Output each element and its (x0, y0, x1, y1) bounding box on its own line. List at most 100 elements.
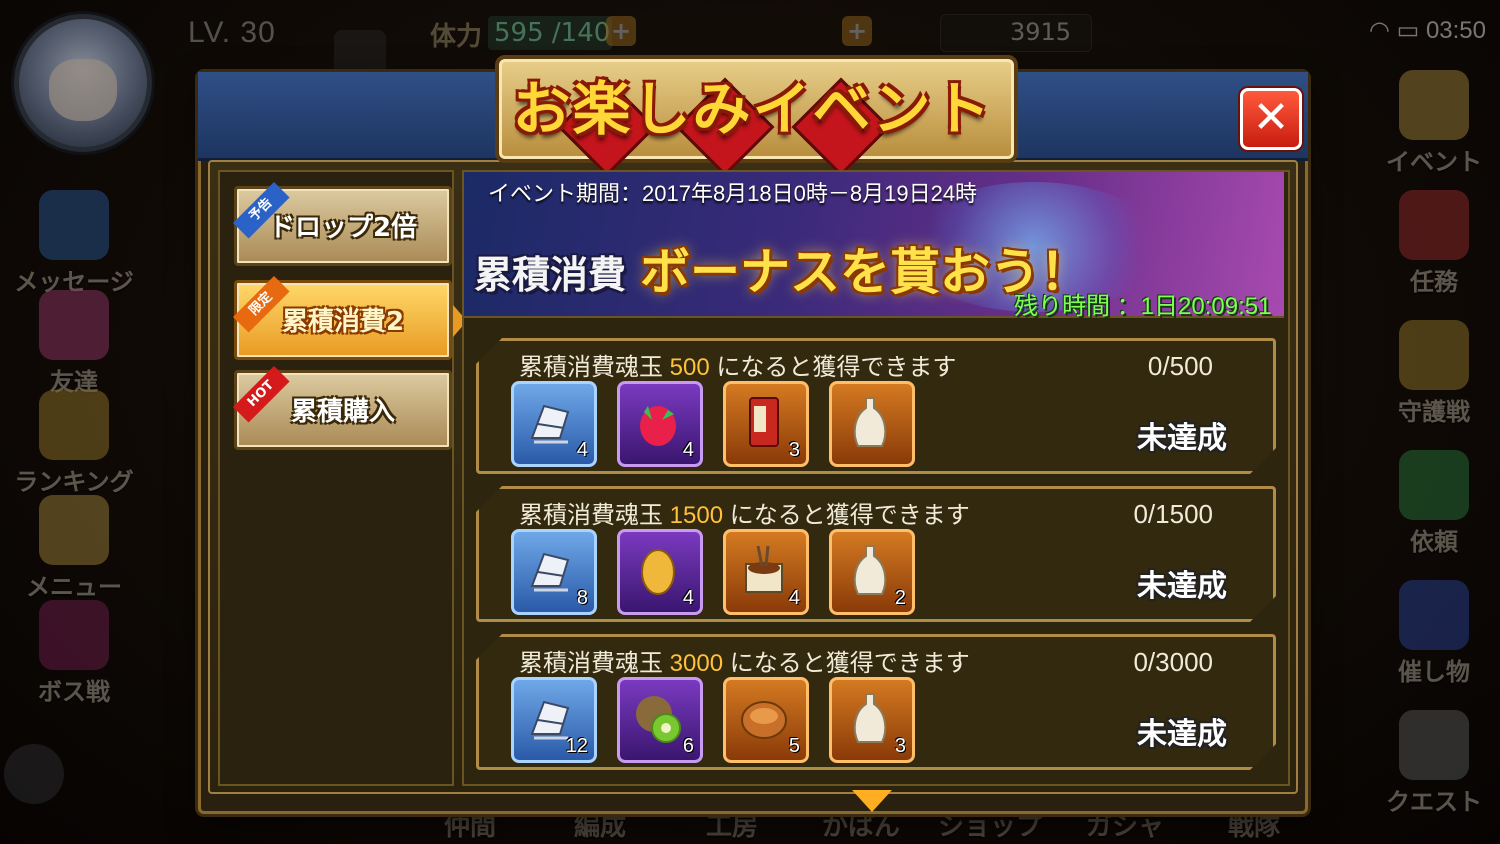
event-period: イベント期間：2017年8月18日0時－8月19日24時 (488, 181, 978, 206)
battery-icon: ▭ (1396, 17, 1420, 44)
item-count: 6 (682, 735, 694, 757)
reward-item[interactable]: 3 (829, 677, 915, 763)
reward-tier: 累積消費魂玉 500 になると獲得できます 0/500 未達成 4 4 3 (476, 338, 1276, 474)
nav-envelope[interactable]: メッセージ (14, 190, 134, 297)
banner-tag: 累積消費 (474, 253, 627, 297)
player-level: LV. 30 (188, 16, 276, 49)
reward-item[interactable]: 4 (617, 381, 703, 467)
status-badge: 未達成 (1137, 421, 1227, 456)
vinegar-kelp-icon (736, 394, 792, 450)
reward-tier: 累積消費魂玉 3000 になると獲得できます 0/3000 未達成 12 6 5 3 (476, 634, 1276, 770)
envelope-icon (39, 190, 109, 260)
condition-amount: 3000 (669, 650, 724, 677)
kiwi-icon (630, 690, 686, 746)
wifi-icon: ◠ (1368, 17, 1390, 44)
add-stamina-button[interactable]: + (606, 16, 636, 46)
book-icon (1399, 580, 1469, 650)
add-currency-button[interactable]: + (842, 16, 872, 46)
trophy-icon (39, 390, 109, 460)
nav-scooter[interactable]: クエスト (1374, 710, 1494, 817)
crane-icon (39, 290, 109, 360)
scroll-down-icon[interactable] (852, 790, 892, 812)
nav-menu-face[interactable]: メニュー (14, 495, 134, 602)
reward-item[interactable]: 4 (723, 529, 809, 615)
nav-label: ボス戦 (38, 678, 110, 706)
lounge-chair-icon (524, 394, 580, 450)
lounge-chair-icon (524, 542, 580, 598)
dragon-fruit-icon (630, 394, 686, 450)
item-count: 3 (788, 439, 800, 461)
condition-suffix: になると獲得できます (723, 650, 970, 677)
item-count: 3 (894, 735, 906, 757)
nav-label: イベント (1386, 148, 1482, 176)
condition-prefix: 累積消費魂玉 (519, 650, 670, 677)
event-tab[interactable]: 累積購入 HOT (233, 365, 452, 450)
player-avatar[interactable] (14, 14, 152, 152)
reward-item[interactable]: 2 (829, 529, 915, 615)
anpan-icon (736, 690, 792, 746)
nav-label: クエスト (1386, 788, 1482, 816)
stamina-label: 体力 (430, 22, 483, 52)
close-button[interactable]: ✕ (1240, 88, 1302, 150)
nav-label: 守護戦 (1398, 398, 1470, 426)
status-badge: 未達成 (1137, 717, 1227, 752)
reward-condition: 累積消費魂玉 3000 になると獲得できます (519, 643, 970, 678)
nav-label: 依頼 (1410, 528, 1458, 556)
camera-icon[interactable] (334, 30, 386, 74)
currency-value: 3915 (1010, 18, 1072, 46)
progress-counter: 0/1500 (1133, 499, 1213, 529)
item-count: 8 (576, 587, 588, 609)
item-count: 4 (682, 439, 694, 461)
reward-item[interactable]: 12 (511, 677, 597, 763)
condition-amount: 1500 (669, 502, 724, 529)
natto-icon (736, 542, 792, 598)
event-tab[interactable]: 累積消費2 限定 (233, 275, 467, 360)
remaining-time: 残り時間 ：1日20:09:51 (1014, 293, 1272, 320)
nav-label: 催し物 (1398, 658, 1470, 686)
item-count: 12 (565, 735, 588, 757)
progress-counter: 0/3000 (1133, 647, 1213, 677)
clock: 03:50 (1425, 17, 1486, 44)
sake-bottle-icon (842, 542, 898, 598)
chat-bubble-icon[interactable] (4, 744, 64, 804)
stamina-value: 595 /140 (494, 18, 611, 48)
reward-item[interactable]: 4 (511, 381, 597, 467)
reward-item[interactable]: 4 (617, 529, 703, 615)
condition-suffix: になると獲得できます (709, 354, 957, 381)
menu-face-icon (39, 495, 109, 565)
scroll-icon (1399, 450, 1469, 520)
nav-boss[interactable]: ボス戦 (14, 600, 134, 707)
modal-title: お楽しみイベント (512, 75, 993, 143)
nav-trophy[interactable]: ランキング (14, 390, 134, 497)
nav-charm[interactable]: 守護戦 (1374, 320, 1494, 427)
reward-item[interactable]: 8 (511, 529, 597, 615)
status-bar: ◠ ▭ 03:50 (1369, 16, 1486, 45)
nav-lucky-cat[interactable]: イベント (1374, 70, 1494, 177)
lucky-cat-icon (1399, 70, 1469, 140)
nav-book[interactable]: 催し物 (1374, 580, 1494, 687)
reward-item[interactable]: 3 (723, 381, 809, 467)
progress-counter: 0/500 (1147, 351, 1213, 381)
reward-item[interactable] (829, 381, 915, 467)
nav-label: 任務 (1410, 268, 1458, 296)
nav-crane[interactable]: 友達 (14, 290, 134, 397)
nav-mission[interactable]: 任務 (1374, 190, 1494, 297)
reward-tier: 累積消費魂玉 1500 になると獲得できます 0/1500 未達成 8 4 4 2 (476, 486, 1276, 622)
condition-prefix: 累積消費魂玉 (519, 502, 670, 529)
event-tab[interactable]: ドロップ2倍 予告 (233, 181, 452, 266)
nav-label: メニュー (26, 573, 122, 601)
item-count: 4 (576, 439, 588, 461)
status-badge: 未達成 (1137, 569, 1227, 604)
charm-icon (1399, 320, 1469, 390)
nav-label: ランキング (14, 468, 134, 496)
reward-condition: 累積消費魂玉 1500 になると獲得できます (519, 495, 970, 530)
mission-icon (1399, 190, 1469, 260)
item-count: 4 (788, 587, 800, 609)
mango-icon (630, 542, 686, 598)
nav-scroll[interactable]: 依頼 (1374, 450, 1494, 557)
condition-amount: 500 (669, 354, 710, 381)
item-count: 4 (682, 587, 694, 609)
reward-item[interactable]: 5 (723, 677, 809, 763)
scooter-icon (1399, 710, 1469, 780)
reward-item[interactable]: 6 (617, 677, 703, 763)
